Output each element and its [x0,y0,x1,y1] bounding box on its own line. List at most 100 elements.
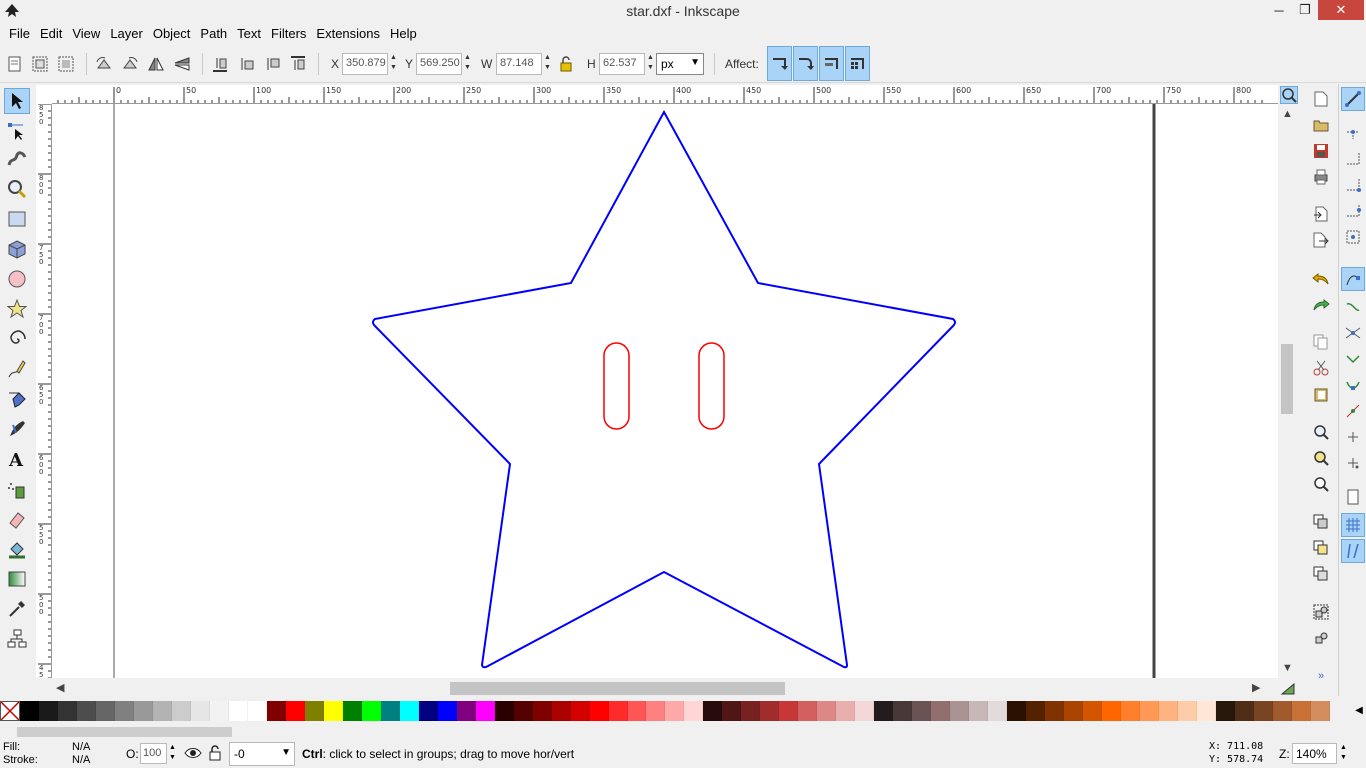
color-swatch[interactable] [1102,701,1122,721]
eraser-tool-icon[interactable] [4,506,30,532]
color-swatch[interactable] [133,701,153,721]
select-all-layers-icon[interactable] [30,54,50,74]
color-swatch[interactable] [475,701,495,721]
color-swatch[interactable] [779,701,799,721]
color-swatch[interactable] [437,701,457,721]
zoom-selection-icon[interactable] [1311,422,1331,442]
color-swatch[interactable] [912,701,932,721]
color-swatch[interactable] [266,701,286,721]
color-swatch[interactable] [627,701,647,721]
x-field[interactable]: 350.879 [342,53,388,75]
scroll-right-icon[interactable]: ▶ [1252,681,1260,694]
zoom-drawing-icon[interactable] [1311,448,1331,468]
spray-tool-icon[interactable] [4,476,30,502]
color-swatch[interactable] [684,701,704,721]
y-stepper[interactable]: ▲ ▼ [463,53,472,75]
zoom-page-icon[interactable] [1311,474,1331,494]
color-swatch[interactable] [608,701,628,721]
snap-grid-icon[interactable] [1341,513,1365,537]
snap-cusp-nodes-icon[interactable] [1341,347,1365,371]
layer-lock-icon[interactable] [208,745,222,764]
spiral-tool-icon[interactable] [4,326,30,352]
3d-box-tool-icon[interactable] [4,236,30,262]
color-swatch[interactable] [1026,701,1046,721]
color-swatch[interactable] [893,701,913,721]
zoom-tool-icon[interactable] [4,176,30,202]
palette-scrollbar[interactable] [0,724,1366,740]
color-swatch[interactable] [342,701,362,721]
color-swatch[interactable] [665,701,685,721]
flip-vertical-icon[interactable] [172,54,192,74]
open-icon[interactable] [1311,115,1331,135]
star-tool-icon[interactable] [4,296,30,322]
menu-help[interactable]: Help [385,23,422,44]
color-manage-icon[interactable] [1280,682,1296,696]
copy-icon[interactable] [1311,332,1331,352]
color-swatch[interactable] [1216,701,1235,721]
color-swatch[interactable] [1178,701,1198,721]
color-swatch[interactable] [1064,701,1084,721]
snap-paths-icon[interactable] [1341,295,1365,319]
color-swatch[interactable] [589,701,609,721]
x-stepper[interactable]: ▲ ▼ [389,53,398,75]
drawing-canvas[interactable] [52,104,1278,678]
paint-bucket-tool-icon[interactable] [4,536,30,562]
color-swatch[interactable] [494,701,514,721]
snap-guides-icon[interactable] [1341,539,1365,563]
color-swatch[interactable] [722,701,742,721]
color-swatch[interactable] [95,701,115,721]
rectangle-tool-icon[interactable] [4,206,30,232]
w-field[interactable]: 87.148 [496,53,542,75]
color-swatch[interactable] [1140,701,1160,721]
color-swatch[interactable] [1235,701,1254,721]
scale-stroke-toggle[interactable] [767,46,792,81]
connector-tool-icon[interactable] [4,626,30,652]
no-paint-swatch[interactable] [0,701,20,721]
color-swatch[interactable] [57,701,77,721]
snap-page-border-icon[interactable] [1341,485,1365,509]
menu-object[interactable]: Object [148,23,196,44]
ellipse-tool-icon[interactable] [4,266,30,292]
scroll-left-icon[interactable]: ◀ [56,681,64,694]
lower-icon[interactable] [236,54,256,74]
clone-icon[interactable] [1311,538,1331,558]
snap-bbox-icon[interactable] [1341,121,1365,145]
export-icon[interactable] [1311,230,1331,250]
color-swatch[interactable] [1310,701,1330,721]
scroll-up-icon[interactable]: ▲ [1282,108,1293,120]
menu-layer[interactable]: Layer [105,23,148,44]
new-document-icon[interactable] [1311,89,1331,109]
zoom-stepper[interactable]: ▲ ▼ [1339,743,1348,764]
color-swatch[interactable] [418,701,438,721]
color-swatch[interactable] [304,701,324,721]
horizontal-scroll-thumb[interactable] [450,682,785,695]
rotate-ccw-icon[interactable] [94,54,114,74]
vertical-ruler[interactable]: 850800750700650600550500450 [36,104,52,678]
menu-path[interactable]: Path [195,23,232,44]
snap-smooth-nodes-icon[interactable] [1341,373,1365,397]
deselect-icon[interactable] [56,54,76,74]
snap-nodes-icon[interactable] [1341,267,1365,291]
color-swatch[interactable] [551,701,571,721]
opacity-stepper[interactable]: ▲ ▼ [168,743,177,764]
rotate-cw-icon[interactable] [120,54,140,74]
redo-icon[interactable] [1311,294,1331,314]
vertical-scrollbar[interactable]: ▲ ▼ [1278,104,1296,678]
color-swatch[interactable] [380,701,400,721]
color-swatch[interactable] [1045,701,1065,721]
duplicate-icon[interactable] [1311,512,1331,532]
text-tool-icon[interactable]: A [4,446,30,472]
snap-midpoints-icon[interactable] [1341,399,1365,423]
snap-rotation-centers-icon[interactable] [1341,451,1365,475]
color-swatch[interactable] [1159,701,1179,721]
menu-filters[interactable]: Filters [266,23,311,44]
menu-edit[interactable]: Edit [35,23,67,44]
color-swatch[interactable] [38,701,58,721]
undo-icon[interactable] [1311,268,1331,288]
ungroup-icon[interactable] [1311,628,1331,648]
selector-tool-icon[interactable] [4,88,30,114]
color-swatch[interactable] [855,701,875,721]
group-icon[interactable] [1311,602,1331,622]
lock-icon[interactable] [556,54,576,74]
pen-tool-icon[interactable] [4,386,30,412]
